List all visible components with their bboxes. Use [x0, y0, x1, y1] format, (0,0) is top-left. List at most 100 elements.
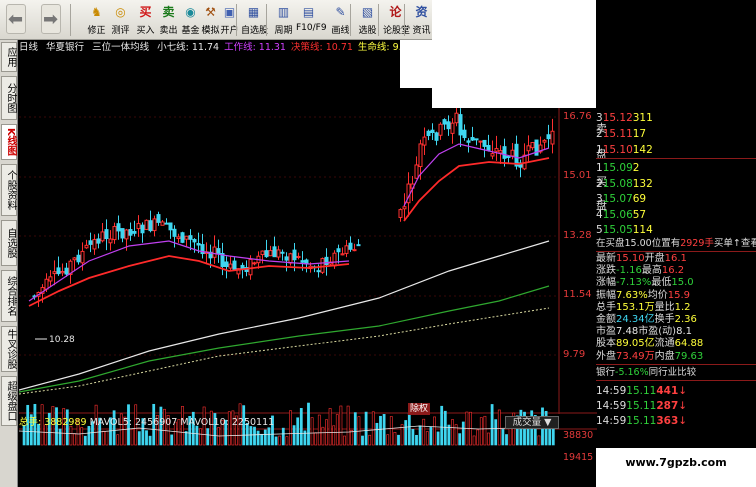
volume-bar [335, 414, 339, 446]
stat-value: 89.05亿 [616, 338, 655, 350]
indicator-name[interactable]: 三位一体均线 [92, 42, 149, 53]
level-number: 5 [596, 224, 603, 236]
candle [192, 239, 197, 243]
level-price: 15.12 [602, 112, 633, 124]
volume-bar [472, 435, 476, 446]
price-scale-label: 13.28 [563, 230, 592, 241]
watchlist-button[interactable]: ▦ 自选股 [241, 2, 268, 38]
stat-value: 15.0 [671, 277, 694, 289]
ma-seven-line [19, 240, 550, 391]
mavol10-value: MAVOL10: 2250111 [180, 417, 275, 428]
test-button[interactable]: ◎ 测评 [108, 2, 133, 38]
low-price-label: 10.28 [49, 335, 75, 345]
volume-bar [361, 435, 364, 446]
candlesticks [32, 102, 555, 307]
ex-rights-tag[interactable]: 除权 [408, 403, 430, 415]
volume-bar [260, 433, 264, 446]
position-notice[interactable]: 在买盘15.00位置有2929手买单↑查看详情 [596, 237, 756, 251]
f10-button[interactable]: ▤ F10/F9 [296, 2, 327, 38]
book-divider [596, 158, 756, 159]
sector-change: -5.16% [615, 367, 649, 378]
stat-key: 涨幅 [596, 277, 616, 289]
position-amount: 2929手 [680, 238, 714, 249]
candle [426, 130, 431, 137]
stat-key: 外盘 [596, 350, 616, 362]
news-label: 资讯 [412, 26, 431, 36]
candle [176, 236, 181, 240]
toolbar-separator [70, 4, 71, 36]
sell-icon: 卖 [162, 5, 175, 19]
candle [260, 250, 265, 256]
tab-2[interactable]: K线图 [1, 124, 17, 160]
candle [462, 129, 467, 139]
sell-level-row: 315.12311 [596, 111, 756, 125]
candle [56, 267, 61, 275]
tab-3[interactable]: 个股资料 [1, 164, 17, 216]
back-icon: ⬅ [5, 4, 26, 34]
period-label[interactable]: 日线 [19, 42, 38, 53]
level-number: 1 [596, 162, 603, 174]
buy-button[interactable]: 买买入 [133, 2, 158, 38]
volume-bar [285, 436, 289, 446]
period-button[interactable]: ▥ 周期 [271, 2, 296, 38]
toolbar-separator [404, 4, 405, 36]
volume-bar [443, 410, 447, 446]
level-number: 4 [596, 208, 603, 221]
stat-value: 2.36 [674, 314, 697, 325]
volume-bar [415, 434, 418, 446]
ma-decision-line-2 [403, 157, 550, 222]
tick-time: 14:59 [596, 385, 627, 397]
period-label: 周期 [274, 26, 293, 36]
volume-indicator-select[interactable]: 成交量 ▼ [505, 416, 559, 429]
tab-6[interactable]: 牛叉诊股 [1, 326, 17, 372]
f10-icon: ▤ [302, 5, 315, 19]
candle [140, 224, 145, 234]
candle [502, 146, 507, 159]
fix-button[interactable]: ♞ 修正 [84, 2, 109, 38]
tab-5[interactable]: 综合排名 [1, 270, 17, 322]
candle [196, 243, 201, 246]
back-button[interactable]: ⬅ [3, 2, 28, 38]
tab-1[interactable]: 分时图 [1, 76, 17, 120]
forward-button[interactable]: ➡ [38, 2, 63, 38]
quote-panel: 卖盘 买盘 315.12311 215.1117 115.10142 115.092 215… [596, 108, 756, 487]
tab-4[interactable]: 自选股 [1, 220, 17, 266]
volume-bar [328, 408, 332, 446]
volume-bar [249, 426, 253, 446]
volume-bar [58, 428, 62, 446]
tick-volume: 441 [656, 385, 679, 397]
volume-bar [83, 435, 87, 446]
stat-row: 振幅7.63%均价15.9 [596, 290, 756, 302]
stat-value: 16.2 [661, 265, 685, 277]
candle [164, 222, 169, 225]
candle [188, 235, 193, 240]
volume-bar [274, 436, 278, 446]
stat-value: 16.1 [664, 253, 687, 264]
stat-key: 总手 [596, 301, 616, 313]
volume-scale-mid: 19415 [563, 452, 594, 463]
news-button[interactable]: 资资讯 [409, 2, 434, 38]
volume-bar [483, 415, 487, 446]
buy-level-row: 415.0657 [596, 208, 756, 222]
candle [248, 258, 253, 276]
candle [332, 252, 337, 267]
candle [80, 250, 85, 264]
candle [44, 278, 49, 290]
candle [340, 253, 345, 256]
tab-0[interactable]: 应用 [1, 42, 17, 72]
candle [478, 140, 483, 143]
tick-time: 14:59 [596, 400, 627, 412]
level-volume: 311 [632, 112, 653, 124]
sector-compare-link[interactable]: 同行业比较 [649, 367, 697, 378]
stat-key: 流通 [654, 338, 675, 350]
volume-bar [429, 426, 433, 446]
select-stock-button[interactable]: ▧ 选股 [355, 2, 380, 38]
candle [490, 153, 495, 157]
candle [486, 145, 491, 151]
candle [454, 112, 459, 124]
volume-bar [371, 411, 375, 446]
tab-7[interactable]: 超级盘口 [1, 376, 17, 426]
candle [466, 140, 471, 143]
open-account-button[interactable]: ▣ 开户 [217, 2, 242, 38]
candle [116, 223, 121, 232]
